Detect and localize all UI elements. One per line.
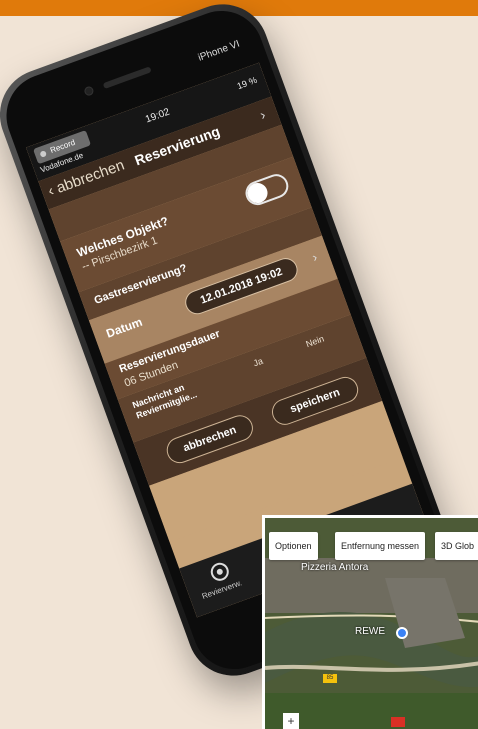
- store-pin-icon[interactable]: [396, 627, 408, 639]
- option-no[interactable]: Nein: [305, 333, 326, 349]
- option-yes[interactable]: Ja: [252, 356, 264, 369]
- map-inset[interactable]: Optionen Entfernung messen 3D Glob Pizze…: [262, 515, 478, 729]
- red-marker-icon: [391, 717, 405, 727]
- map-options-button[interactable]: Optionen: [269, 532, 318, 560]
- battery-indicator: 19 %: [235, 74, 259, 92]
- status-time: 19:02: [144, 106, 172, 126]
- chevron-right-icon: ›: [310, 249, 320, 265]
- tab-label[interactable]: Revierverw.: [201, 578, 243, 601]
- guest-toggle[interactable]: [242, 170, 292, 209]
- chevron-right-icon: ›: [257, 106, 268, 123]
- store-label: REWE: [355, 626, 385, 637]
- date-label: Datum: [104, 314, 145, 341]
- zoom-in-button[interactable]: +: [283, 713, 299, 729]
- map-measure-button[interactable]: Entfernung messen: [335, 532, 426, 560]
- road-number-badge: 85: [323, 674, 337, 683]
- toggle-knob: [244, 180, 271, 206]
- restaurant-label: Pizzeria Antora: [301, 562, 369, 573]
- map-3d-button[interactable]: 3D Glob: [435, 532, 478, 560]
- target-icon[interactable]: [208, 560, 232, 584]
